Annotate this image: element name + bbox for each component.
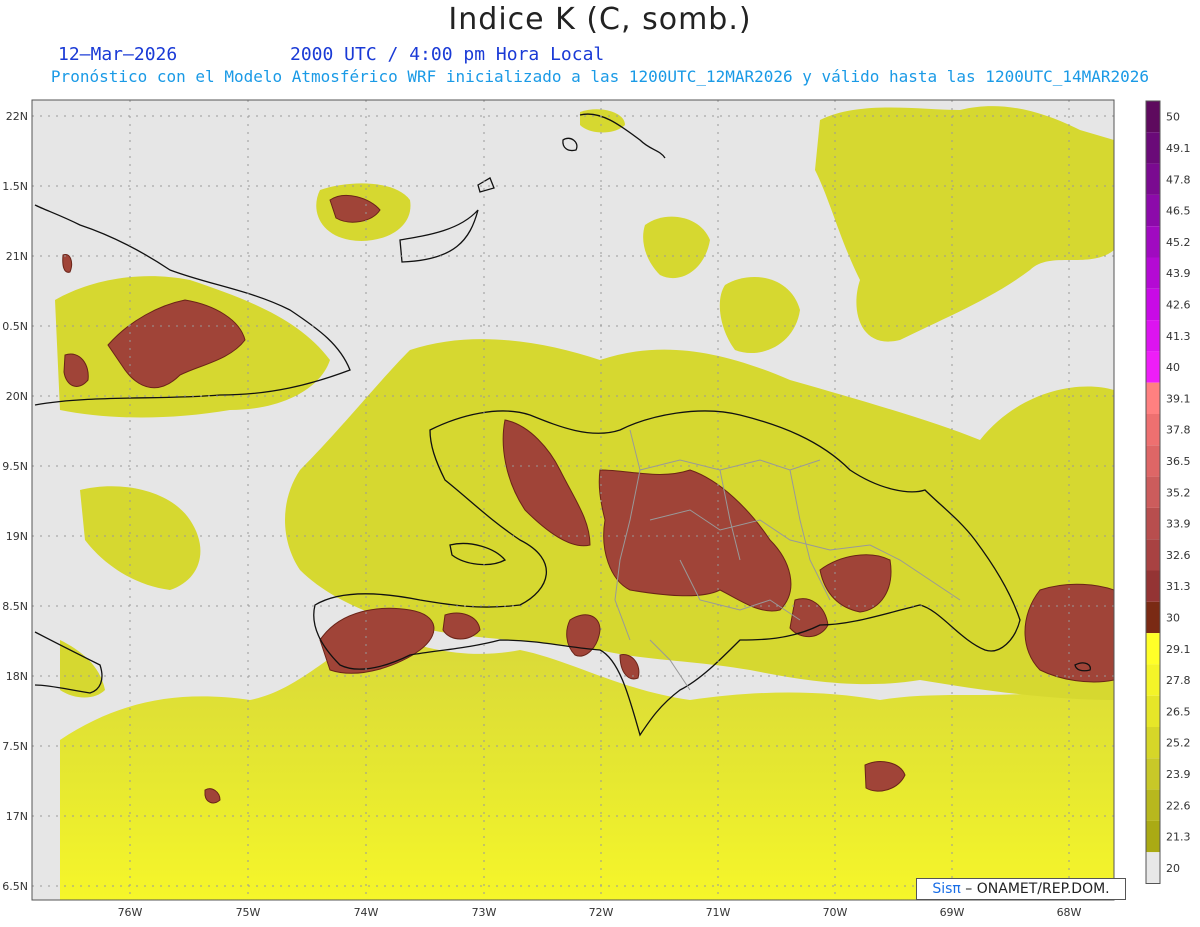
lat-label: 1.5N [2,180,28,193]
colorbar-swatch [1146,695,1160,727]
lat-label: 9.5N [2,460,28,473]
colorbar-swatch [1146,414,1160,446]
colorbar-swatch [1146,820,1160,853]
lat-label: 0.5N [2,320,28,333]
credit-box: Sisπ – ONAMET/REP.DOM. [916,878,1126,900]
colorbar-swatch [1146,288,1160,321]
colorbar-label: 30 [1166,611,1180,624]
colorbar-label: 33.9 [1166,518,1191,531]
lat-label: 18N [6,670,28,683]
colorbar-swatch [1146,382,1160,414]
colorbar-label: 27.8 [1166,674,1191,687]
lat-label: 7.5N [2,740,28,753]
colorbar-swatch [1146,633,1160,665]
lon-label: 73W [472,906,497,919]
colorbar-swatch [1146,194,1160,227]
lon-label: 69W [940,906,965,919]
colorbar-label: 25.2 [1166,737,1191,750]
colorbar-swatch [1146,539,1160,571]
colorbar-label: 23.9 [1166,768,1191,781]
lat-label: 20N [6,390,28,403]
lon-label: 71W [706,906,731,919]
colorbar-label: 36.5 [1166,455,1191,468]
colorbar-label: 45.2 [1166,236,1191,249]
colorbar-label: 49.1 [1166,142,1191,155]
lat-label: 6.5N [2,880,28,893]
colorbar-label: 43.9 [1166,267,1191,280]
colorbar-label: 26.5 [1166,705,1191,718]
colorbar-label: 46.5 [1166,205,1191,218]
lon-label: 75W [236,906,261,919]
colorbar-swatch [1146,132,1160,164]
colorbar-swatch [1146,351,1160,383]
credit-text: – ONAMET/REP.DOM. [960,881,1110,897]
colorbar-swatch [1146,320,1160,352]
colorbar-swatch [1146,758,1160,790]
brand-logo: Sisπ [932,881,961,897]
colorbar-swatch [1146,257,1160,289]
lon-label: 76W [118,906,143,919]
colorbar-label: 42.6 [1166,298,1191,311]
colorbar-label: 21.3 [1166,831,1191,844]
colorbar-swatch [1146,507,1160,540]
colorbar-label: 39.1 [1166,392,1191,405]
colorbar-label: 29.1 [1166,643,1191,656]
colorbar-swatch [1146,789,1160,821]
colorbar-swatch [1146,852,1160,884]
longitude-labels: 76W 75W 74W 73W 72W 71W 70W 69W 68W [118,906,1082,919]
k-index-map: 22N 1.5N 21N 0.5N 20N 9.5N 19N 8.5N 18N … [2,99,1191,919]
lon-label: 72W [589,906,614,919]
lon-label: 74W [354,906,379,919]
colorbar-label: 32.6 [1166,549,1191,562]
lat-label: 8.5N [2,600,28,613]
colorbar-label: 47.8 [1166,173,1191,186]
colorbar-label: 41.3 [1166,330,1191,343]
colorbar-label: 31.3 [1166,580,1191,593]
colorbar-swatch [1146,476,1160,508]
colorbar-label: 20 [1166,862,1180,875]
lat-label: 22N [6,110,28,123]
colorbar-legend: 50 49.1 47.8 46.5 45.2 43.9 42.6 41.3 40 39.1 37.8… [1145,100,1191,884]
latitude-labels: 22N 1.5N 21N 0.5N 20N 9.5N 19N 8.5N 18N … [2,110,28,893]
lon-label: 70W [823,906,848,919]
colorbar-swatch [1146,445,1160,477]
colorbar-swatch [1146,664,1160,696]
colorbar-swatch [1146,570,1160,602]
colorbar-label: 37.8 [1166,424,1191,437]
colorbar-label: 50 [1166,111,1180,124]
colorbar-swatch [1146,601,1160,634]
colorbar-swatch [1146,163,1160,195]
lat-label: 17N [6,810,28,823]
lon-label: 68W [1057,906,1082,919]
colorbar-swatch [1146,226,1160,258]
colorbar-swatch [1146,727,1160,759]
lat-label: 19N [6,530,28,543]
lat-label: 21N [6,250,28,263]
colorbar-label: 40 [1166,361,1180,374]
colorbar-label: 35.2 [1166,486,1191,499]
colorbar-label: 22.6 [1166,799,1191,812]
colorbar-swatch [1146,101,1160,133]
